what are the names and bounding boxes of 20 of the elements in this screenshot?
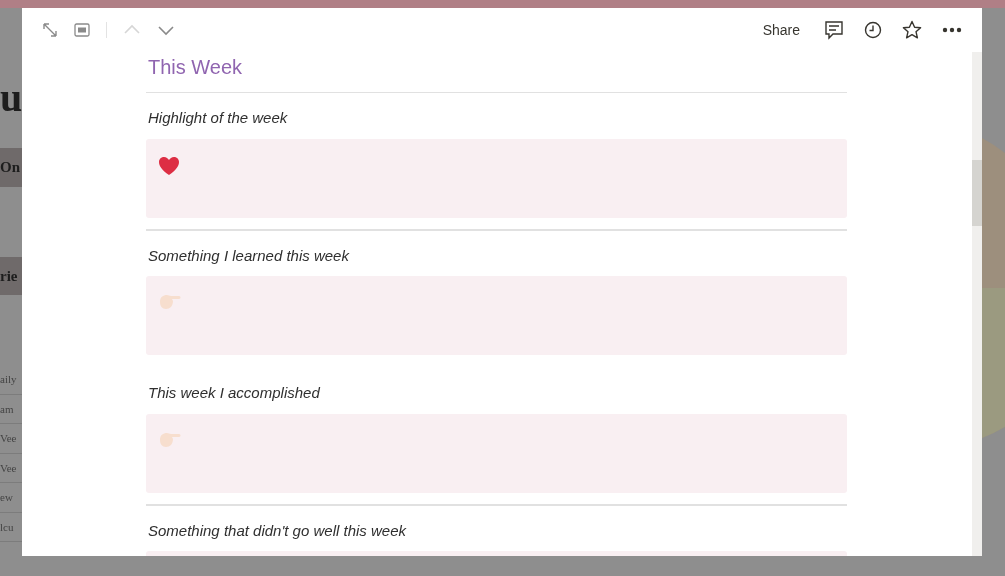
page-heading: This Week: [147, 55, 244, 80]
clock-icon: [864, 21, 882, 39]
scrollbar-thumb[interactable]: [972, 160, 982, 226]
background-page-text: On: [0, 148, 22, 187]
background-page-text: rie: [0, 256, 22, 295]
chevron-down-icon: [157, 23, 175, 37]
star-icon: [902, 20, 922, 40]
pointing-hand-icon: [158, 430, 182, 449]
heart-icon: [158, 155, 180, 176]
comment-icon: [824, 20, 844, 40]
pointing-hand-icon: [158, 293, 182, 311]
panel-icon: [74, 23, 90, 37]
background-page-text: u: [0, 78, 22, 118]
section-label: This week I accomplished: [147, 383, 321, 403]
section-label: Something I learned this week: [147, 245, 351, 266]
section-label: Highlight of the week: [147, 108, 289, 128]
diagonal-arrows-icon: [42, 22, 58, 38]
section-label: Something that didn't go well this week: [147, 520, 408, 541]
share-button[interactable]: Share: [758, 19, 804, 41]
more-icon: [942, 27, 962, 33]
